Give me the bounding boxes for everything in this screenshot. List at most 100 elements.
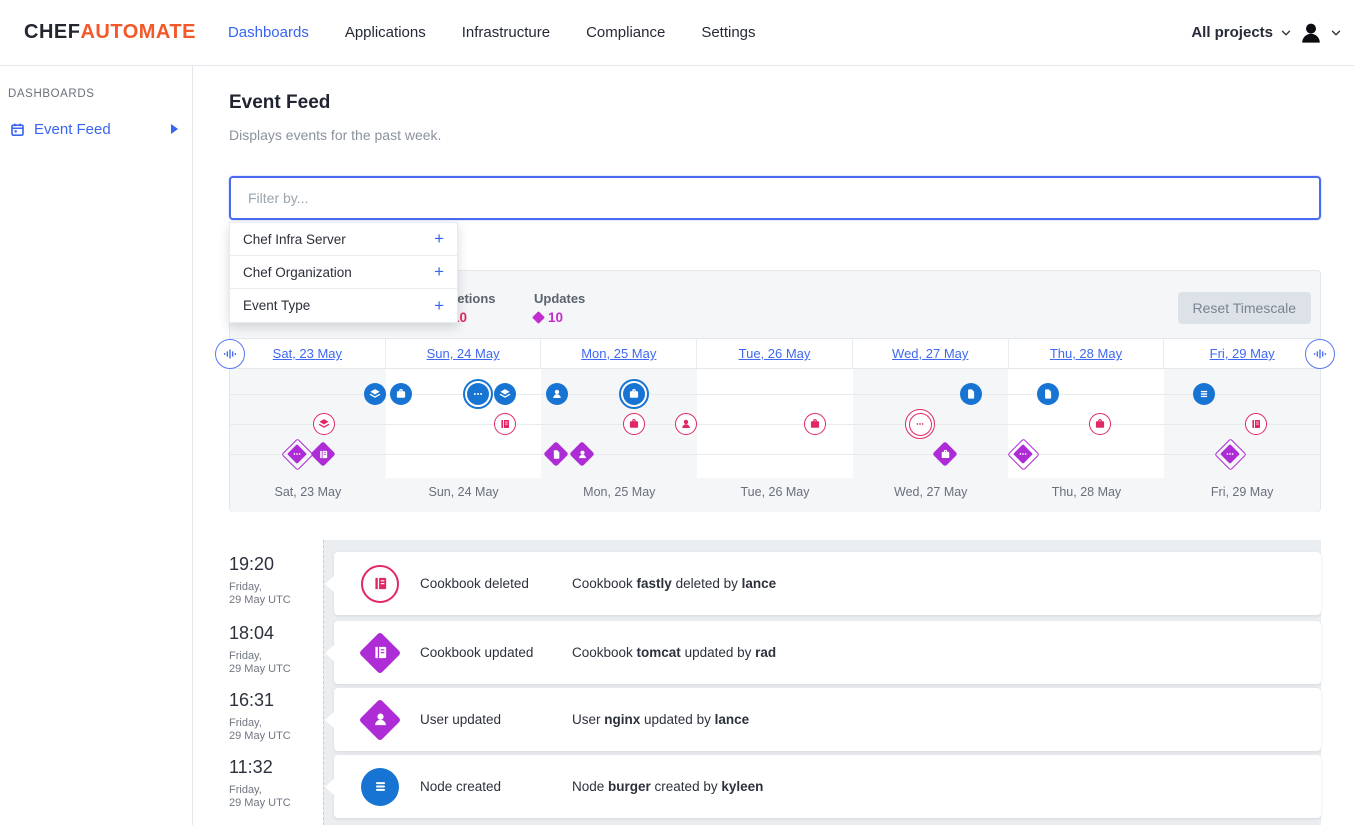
stat-label: Updates <box>534 291 585 306</box>
event-card-description: Cookbook tomcat updated by rad <box>572 645 776 660</box>
job-icon <box>395 388 407 400</box>
day-footer-label: Wed, 27 May <box>853 478 1009 512</box>
nav-item-infrastructure[interactable]: Infrastructure <box>462 24 550 41</box>
dots-icon <box>915 419 925 429</box>
event-card-icon <box>361 565 399 603</box>
day-header-cell: Sun, 24 May <box>386 339 542 368</box>
main-nav-items: Dashboards Applications Infrastructure Comp… <box>228 24 756 41</box>
event-marker-create[interactable] <box>364 383 386 405</box>
event-marker-create-group[interactable] <box>619 379 649 409</box>
event-marker-create-group[interactable] <box>463 379 493 409</box>
day-link-0[interactable]: Sat, 23 May <box>273 346 342 361</box>
day-link-4[interactable]: Wed, 27 May <box>892 346 968 361</box>
day-footer-label: Thu, 28 May <box>1009 478 1165 512</box>
event-marker-update[interactable] <box>933 442 957 466</box>
event-marker-delete[interactable] <box>804 413 826 435</box>
main-content: Event Feed Displays events for the past … <box>193 66 1354 825</box>
day-footer-label: Sun, 24 May <box>386 478 542 512</box>
event-card-title: Cookbook deleted <box>420 576 529 591</box>
day-link-6[interactable]: Fri, 29 May <box>1210 346 1275 361</box>
cookbook-icon <box>318 449 329 460</box>
cookbook-icon <box>372 644 389 661</box>
user-avatar-icon[interactable] <box>1299 21 1323 45</box>
nav-item-settings[interactable]: Settings <box>701 24 755 41</box>
filter-category-event-type[interactable]: Event Type + <box>230 289 457 322</box>
event-marker-delete[interactable] <box>494 413 516 435</box>
day-header-cell: Wed, 27 May <box>853 339 1009 368</box>
stat-count: 10 <box>534 310 585 325</box>
event-card: Cookbook deleted Cookbook fastly deleted… <box>334 552 1321 615</box>
event-marker-delete-group[interactable] <box>905 409 935 439</box>
client-icon <box>1042 388 1054 400</box>
day-link-2[interactable]: Mon, 25 May <box>581 346 656 361</box>
filter-category-chef-organization[interactable]: Chef Organization + <box>230 256 457 289</box>
filter-dropdown: Chef Infra Server + Chef Organization + … <box>229 222 458 323</box>
timeline-days-footer: Sat, 23 MaySun, 24 MayMon, 25 MayTue, 26… <box>230 478 1320 512</box>
event-card-description: User nginx updated by lance <box>572 712 749 727</box>
chevron-down-icon <box>1280 27 1292 39</box>
day-header-cell: Tue, 26 May <box>697 339 853 368</box>
event-marker-update[interactable] <box>570 442 594 466</box>
event-marker-delete[interactable] <box>675 413 697 435</box>
page-title: Event Feed <box>229 92 330 114</box>
plus-icon: + <box>434 229 444 249</box>
day-footer-label: Fri, 29 May <box>1164 478 1320 512</box>
event-marker-delete[interactable] <box>1245 413 1267 435</box>
event-feed-list: 19:20 Friday,29 May UTC 18:04 Friday,29 … <box>193 532 1354 825</box>
diamond-icon <box>532 311 545 324</box>
sidebar: DASHBOARDS Event Feed <box>0 66 193 825</box>
day-header-cell: Fri, 29 May <box>1164 339 1320 368</box>
event-time-value: 11:32 <box>229 757 319 778</box>
day-link-5[interactable]: Thu, 28 May <box>1050 346 1122 361</box>
timeline-days-header: Sat, 23 May Sun, 24 May Mon, 25 May Tue,… <box>230 338 1320 369</box>
event-card-title: Node created <box>420 779 501 794</box>
day-link-3[interactable]: Tue, 26 May <box>739 346 811 361</box>
event-marker-create[interactable] <box>960 383 982 405</box>
filter-input[interactable] <box>229 176 1321 220</box>
timescale-back-button[interactable] <box>215 339 245 369</box>
chevron-down-icon <box>1330 27 1342 39</box>
cookbook-icon <box>499 418 511 430</box>
expand-triangle-icon[interactable] <box>171 124 178 134</box>
reset-timescale-button[interactable]: Reset Timescale <box>1178 292 1311 324</box>
waveform-icon <box>223 347 237 361</box>
node-icon <box>372 778 389 795</box>
filter-category-chef-infra-server[interactable]: Chef Infra Server + <box>230 223 457 256</box>
day-footer-label: Mon, 25 May <box>541 478 697 512</box>
event-card-icon <box>361 701 399 739</box>
event-marker-create[interactable] <box>1037 383 1059 405</box>
chef-automate-logo: CHEFAUTOMATE <box>24 21 196 44</box>
layers-icon <box>318 418 330 430</box>
event-marker-create[interactable] <box>494 383 516 405</box>
projects-filter-button[interactable]: All projects <box>1191 24 1273 41</box>
top-navigation-bar: CHEFAUTOMATE Dashboards Applications Infra… <box>0 0 1354 66</box>
plus-icon: + <box>434 296 444 316</box>
sidebar-item-event-feed[interactable]: Event Feed <box>0 116 192 142</box>
timeline-grid <box>230 369 1320 478</box>
event-marker-create[interactable] <box>546 383 568 405</box>
event-card-title: User updated <box>420 712 501 727</box>
event-time-date: Friday,29 May UTC <box>229 581 319 607</box>
day-header-cell: Mon, 25 May <box>541 339 697 368</box>
nav-item-compliance[interactable]: Compliance <box>586 24 665 41</box>
nav-item-applications[interactable]: Applications <box>345 24 426 41</box>
event-marker-update-group[interactable] <box>1215 439 1245 469</box>
nav-item-dashboards[interactable]: Dashboards <box>228 24 309 41</box>
event-marker-update[interactable] <box>311 442 335 466</box>
filter-category-label: Chef Organization <box>243 265 352 280</box>
event-card-description: Node burger created by kyleen <box>572 779 763 794</box>
event-marker-delete[interactable] <box>313 413 335 435</box>
cookbook-icon <box>372 575 389 592</box>
logo-chef: CHEF <box>24 21 80 43</box>
event-marker-delete[interactable] <box>1089 413 1111 435</box>
event-marker-update-group[interactable] <box>282 439 312 469</box>
event-card: Node created Node burger created by kyle… <box>334 755 1321 818</box>
event-marker-delete[interactable] <box>623 413 645 435</box>
user-icon <box>372 711 389 728</box>
event-marker-create[interactable] <box>390 383 412 405</box>
event-marker-update-group[interactable] <box>1008 439 1038 469</box>
day-link-1[interactable]: Sun, 24 May <box>427 346 500 361</box>
event-marker-create[interactable] <box>1193 383 1215 405</box>
event-marker-update[interactable] <box>544 442 568 466</box>
timescale-forward-button[interactable] <box>1305 339 1335 369</box>
